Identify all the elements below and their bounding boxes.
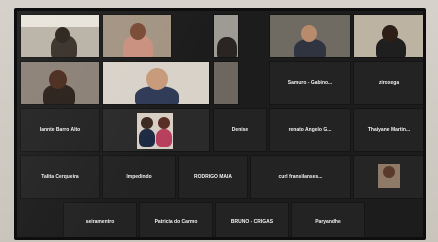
video-call-gallery: Samuro - Gabino... ziroxega Iannte Barro…	[14, 8, 426, 240]
participant-name: RODRIGO MAIA	[193, 174, 233, 180]
participant-name: Impedindo	[126, 174, 152, 180]
participant-name: ziroxega	[378, 80, 400, 86]
participant-tile[interactable]: Talita Cerqueira	[20, 155, 100, 199]
participant-name: Talita Cerqueira	[41, 174, 79, 180]
participant-tile-photo[interactable]	[102, 108, 210, 152]
participant-tile[interactable]: Denise	[213, 108, 267, 152]
participant-tile-video[interactable]	[269, 14, 351, 58]
participant-tile-video[interactable]	[213, 61, 239, 105]
participant-tile[interactable]: Patricia do Carmo	[139, 202, 213, 237]
participant-name: Paryandhe	[315, 219, 341, 225]
participant-name: curl fransilanses...	[278, 174, 323, 180]
participant-tile[interactable]: curl fransilanses...	[250, 155, 351, 199]
participant-name: Thaiyane Martin...	[367, 127, 411, 133]
participant-tile-video[interactable]	[102, 14, 172, 58]
participant-tile-video[interactable]	[353, 14, 423, 58]
participant-name: BRUNO - CRIGAS	[230, 219, 274, 225]
participant-tile[interactable]: BRUNO - CRIGAS	[215, 202, 289, 237]
participant-name: Patricia do Carmo	[154, 219, 198, 225]
participant-tile[interactable]: ziroxega	[353, 61, 423, 105]
participant-tile-video[interactable]	[20, 14, 100, 58]
participant-tile[interactable]: Thaiyane Martin...	[353, 108, 423, 152]
participant-tile[interactable]: Samuro - Gabino...	[269, 61, 351, 105]
participant-tile[interactable]: renato Angelo G...	[269, 108, 351, 152]
participant-tile-video[interactable]	[213, 14, 239, 58]
participant-name: Denise	[231, 127, 249, 133]
participant-tile-photo[interactable]	[353, 155, 423, 199]
participant-name: Samuro - Gabino...	[287, 80, 333, 86]
participant-name: Iannte Barro Alto	[39, 127, 81, 133]
participant-tile-video[interactable]	[102, 61, 210, 105]
participant-tile-video[interactable]	[20, 61, 100, 105]
participant-tile[interactable]: Iannte Barro Alto	[20, 108, 100, 152]
participant-tile[interactable]: RODRIGO MAIA	[178, 155, 248, 199]
participant-tile[interactable]: Paryandhe	[291, 202, 365, 237]
participant-name: seiramentro	[85, 219, 115, 225]
participant-tile[interactable]: seiramentro	[63, 202, 137, 237]
participant-tile[interactable]: Impedindo	[102, 155, 176, 199]
participant-name: renato Angelo G...	[288, 127, 332, 133]
